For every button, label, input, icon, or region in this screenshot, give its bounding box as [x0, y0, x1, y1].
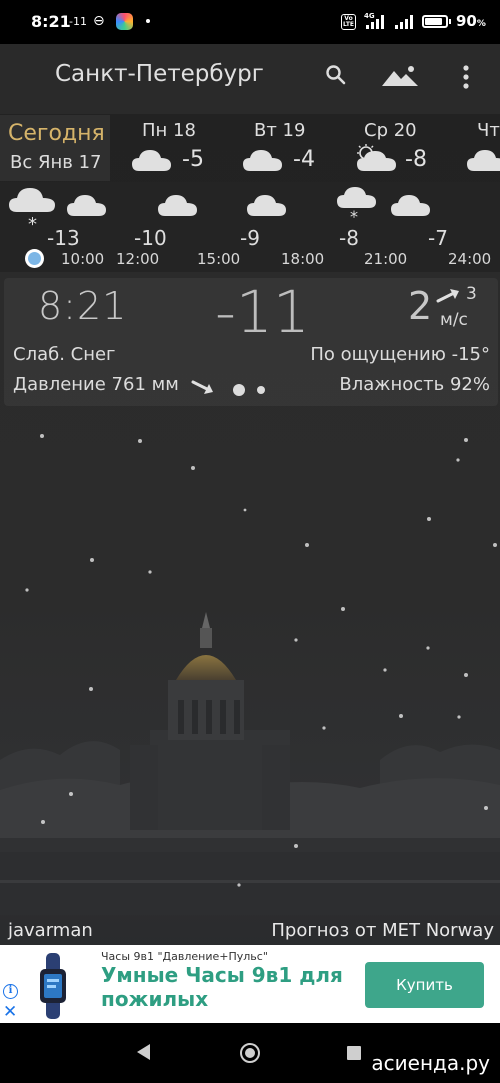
feels-like-text: По ощущению -15° — [310, 344, 490, 365]
status-bar: 8:21 -11 ⊖ Vo LTE 4G 90% — [0, 0, 500, 44]
signal-icon — [366, 15, 384, 29]
weather-screen: 8:21 -11 ⊖ Vo LTE 4G 90% Санкт-Петербург… — [0, 0, 500, 1083]
moon-phase-icon — [233, 384, 265, 396]
hourly-temp: -7 — [428, 226, 448, 250]
search-icon[interactable] — [324, 63, 348, 87]
forecast-source[interactable]: Прогноз от MET Norway — [271, 920, 494, 941]
humidity-text: Влажность 92% — [339, 374, 490, 395]
status-time: 8:21 — [31, 12, 71, 31]
condition-text: Слаб. Снег — [13, 344, 116, 365]
hourly-time: 18:00 — [281, 250, 325, 268]
cloud-icon — [391, 195, 430, 216]
partly-cloudy-icon — [357, 144, 396, 171]
day-name[interactable]: Чт — [477, 120, 500, 141]
city-title[interactable]: Санкт-Петербург — [55, 61, 264, 87]
hourly-temp: -8 — [339, 226, 359, 250]
hourly-temp: -9 — [240, 226, 260, 250]
svg-text:*: * — [28, 214, 37, 232]
day-name[interactable]: Вт 19 — [254, 120, 305, 141]
ad-title[interactable]: Умные Часы 9в1 для пожилых — [101, 963, 361, 1011]
day-temp: -8 — [405, 147, 427, 172]
current-temp: -11 — [215, 278, 310, 346]
ad-info-icon[interactable]: i — [3, 984, 18, 999]
pressure-text: Давление 761 мм — [13, 374, 179, 395]
day-name[interactable]: Ср 20 — [364, 120, 417, 141]
link-icon: ⊖ — [93, 13, 105, 29]
volte-icon: Vo LTE — [341, 14, 356, 30]
current-time: 8:21 — [38, 284, 128, 328]
hourly-time: 21:00 — [364, 250, 408, 268]
wind-speed: 2 — [408, 284, 433, 328]
svg-text:*: * — [350, 207, 358, 222]
cloud-icon — [158, 195, 197, 216]
more-notifications-dot — [146, 19, 150, 23]
smartwatch-image — [40, 953, 66, 1019]
cloud-icon — [467, 150, 500, 171]
battery-icon — [422, 15, 451, 28]
ad-buy-button[interactable]: Купить — [365, 962, 484, 1008]
pressure-trend-icon — [191, 380, 213, 394]
hourly-time: 12:00 — [116, 250, 160, 268]
day-temp: -4 — [293, 147, 315, 172]
app-notification-icon — [116, 13, 133, 30]
today-label[interactable]: Сегодня — [8, 121, 105, 146]
hourly-time: 15:00 — [197, 250, 241, 268]
status-temp: -11 — [69, 15, 87, 28]
wind-gust: 3 — [466, 284, 477, 304]
watermark: асиенда.ру — [371, 1051, 490, 1075]
snow-icon: * — [9, 188, 55, 232]
home-icon[interactable] — [240, 1043, 260, 1063]
today-date: Вс Янв 17 — [10, 152, 102, 173]
back-icon[interactable] — [137, 1044, 150, 1060]
ad-close-icon[interactable]: ✕ — [3, 1002, 17, 1022]
hourly-time: 10:00 — [61, 250, 105, 268]
photo-author[interactable]: javarman — [8, 920, 93, 941]
signal-icon-2 — [395, 15, 413, 29]
snow-icon: * — [337, 187, 376, 222]
wind-unit: м/с — [440, 310, 468, 330]
wind-direction-icon — [436, 289, 459, 303]
cloud-icon — [247, 195, 286, 216]
battery-percent: 90% — [456, 12, 486, 30]
hourly-temp: -10 — [134, 226, 167, 250]
cloud-icon — [67, 195, 106, 216]
landscape-icon[interactable] — [381, 64, 419, 88]
cloud-icon — [243, 150, 282, 171]
hourly-time: 24:00 — [448, 250, 492, 268]
more-vert-icon[interactable] — [461, 64, 471, 90]
cloud-icon — [132, 150, 171, 171]
ad-subtitle: Часы 9в1 "Давление+Пульс" — [101, 950, 268, 963]
day-name[interactable]: Пн 18 — [142, 120, 196, 141]
day-temp: -5 — [182, 147, 204, 172]
current-time-marker — [25, 249, 44, 268]
hourly-temp: -13 — [47, 226, 80, 250]
recent-apps-icon[interactable] — [347, 1046, 361, 1060]
